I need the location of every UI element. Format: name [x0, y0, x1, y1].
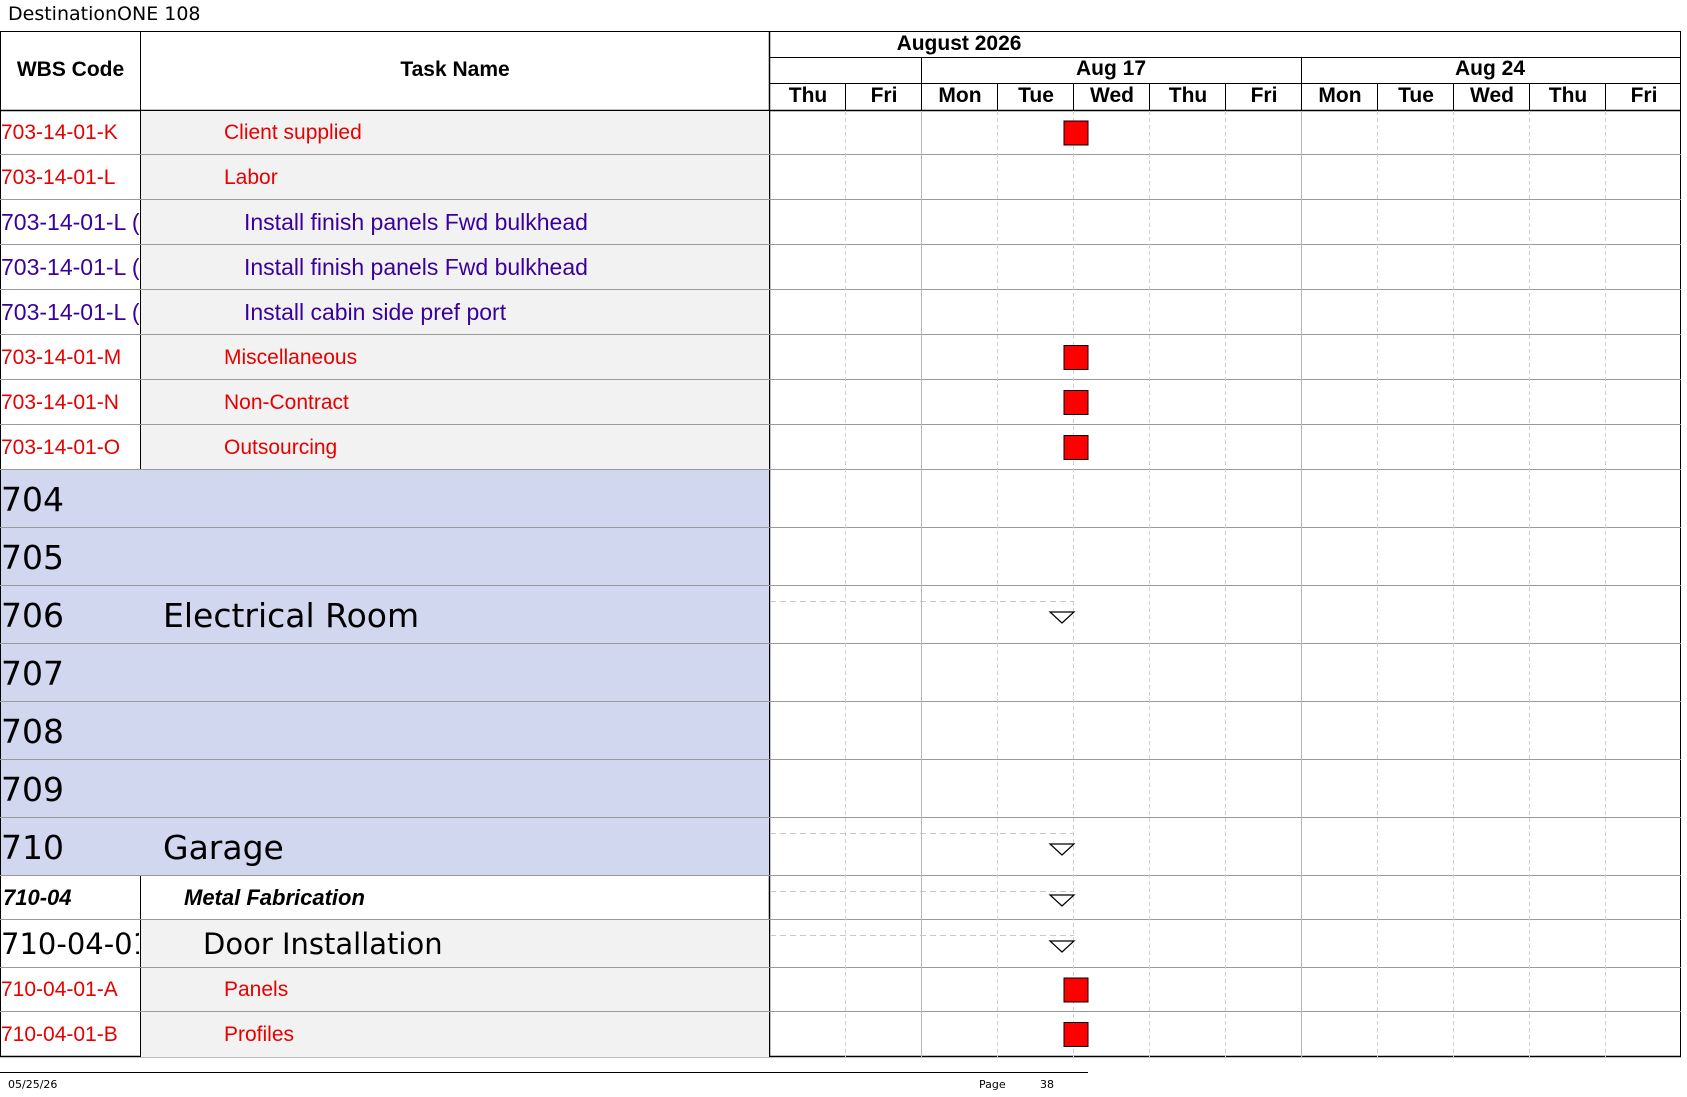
footer-page-number: 38: [1040, 1078, 1054, 1091]
footer-page-label: Page: [979, 1078, 1006, 1091]
milestone-square[interactable]: [1063, 120, 1089, 146]
milestone-square[interactable]: [1063, 390, 1089, 415]
milestone-square[interactable]: [1063, 977, 1089, 1003]
milestone-square[interactable]: [1063, 435, 1089, 460]
milestone-square[interactable]: [1063, 345, 1089, 370]
summary-end-triangle[interactable]: [1048, 843, 1076, 856]
summary-end-triangle[interactable]: [1048, 940, 1076, 953]
footer-rule: [0, 1072, 1088, 1073]
footer-date: 05/25/26: [8, 1078, 58, 1091]
milestone-square[interactable]: [1063, 1022, 1089, 1047]
gantt-markers: [770, 120, 1089, 1047]
summary-end-triangle[interactable]: [1048, 894, 1076, 907]
summary-end-triangle[interactable]: [1048, 611, 1076, 624]
